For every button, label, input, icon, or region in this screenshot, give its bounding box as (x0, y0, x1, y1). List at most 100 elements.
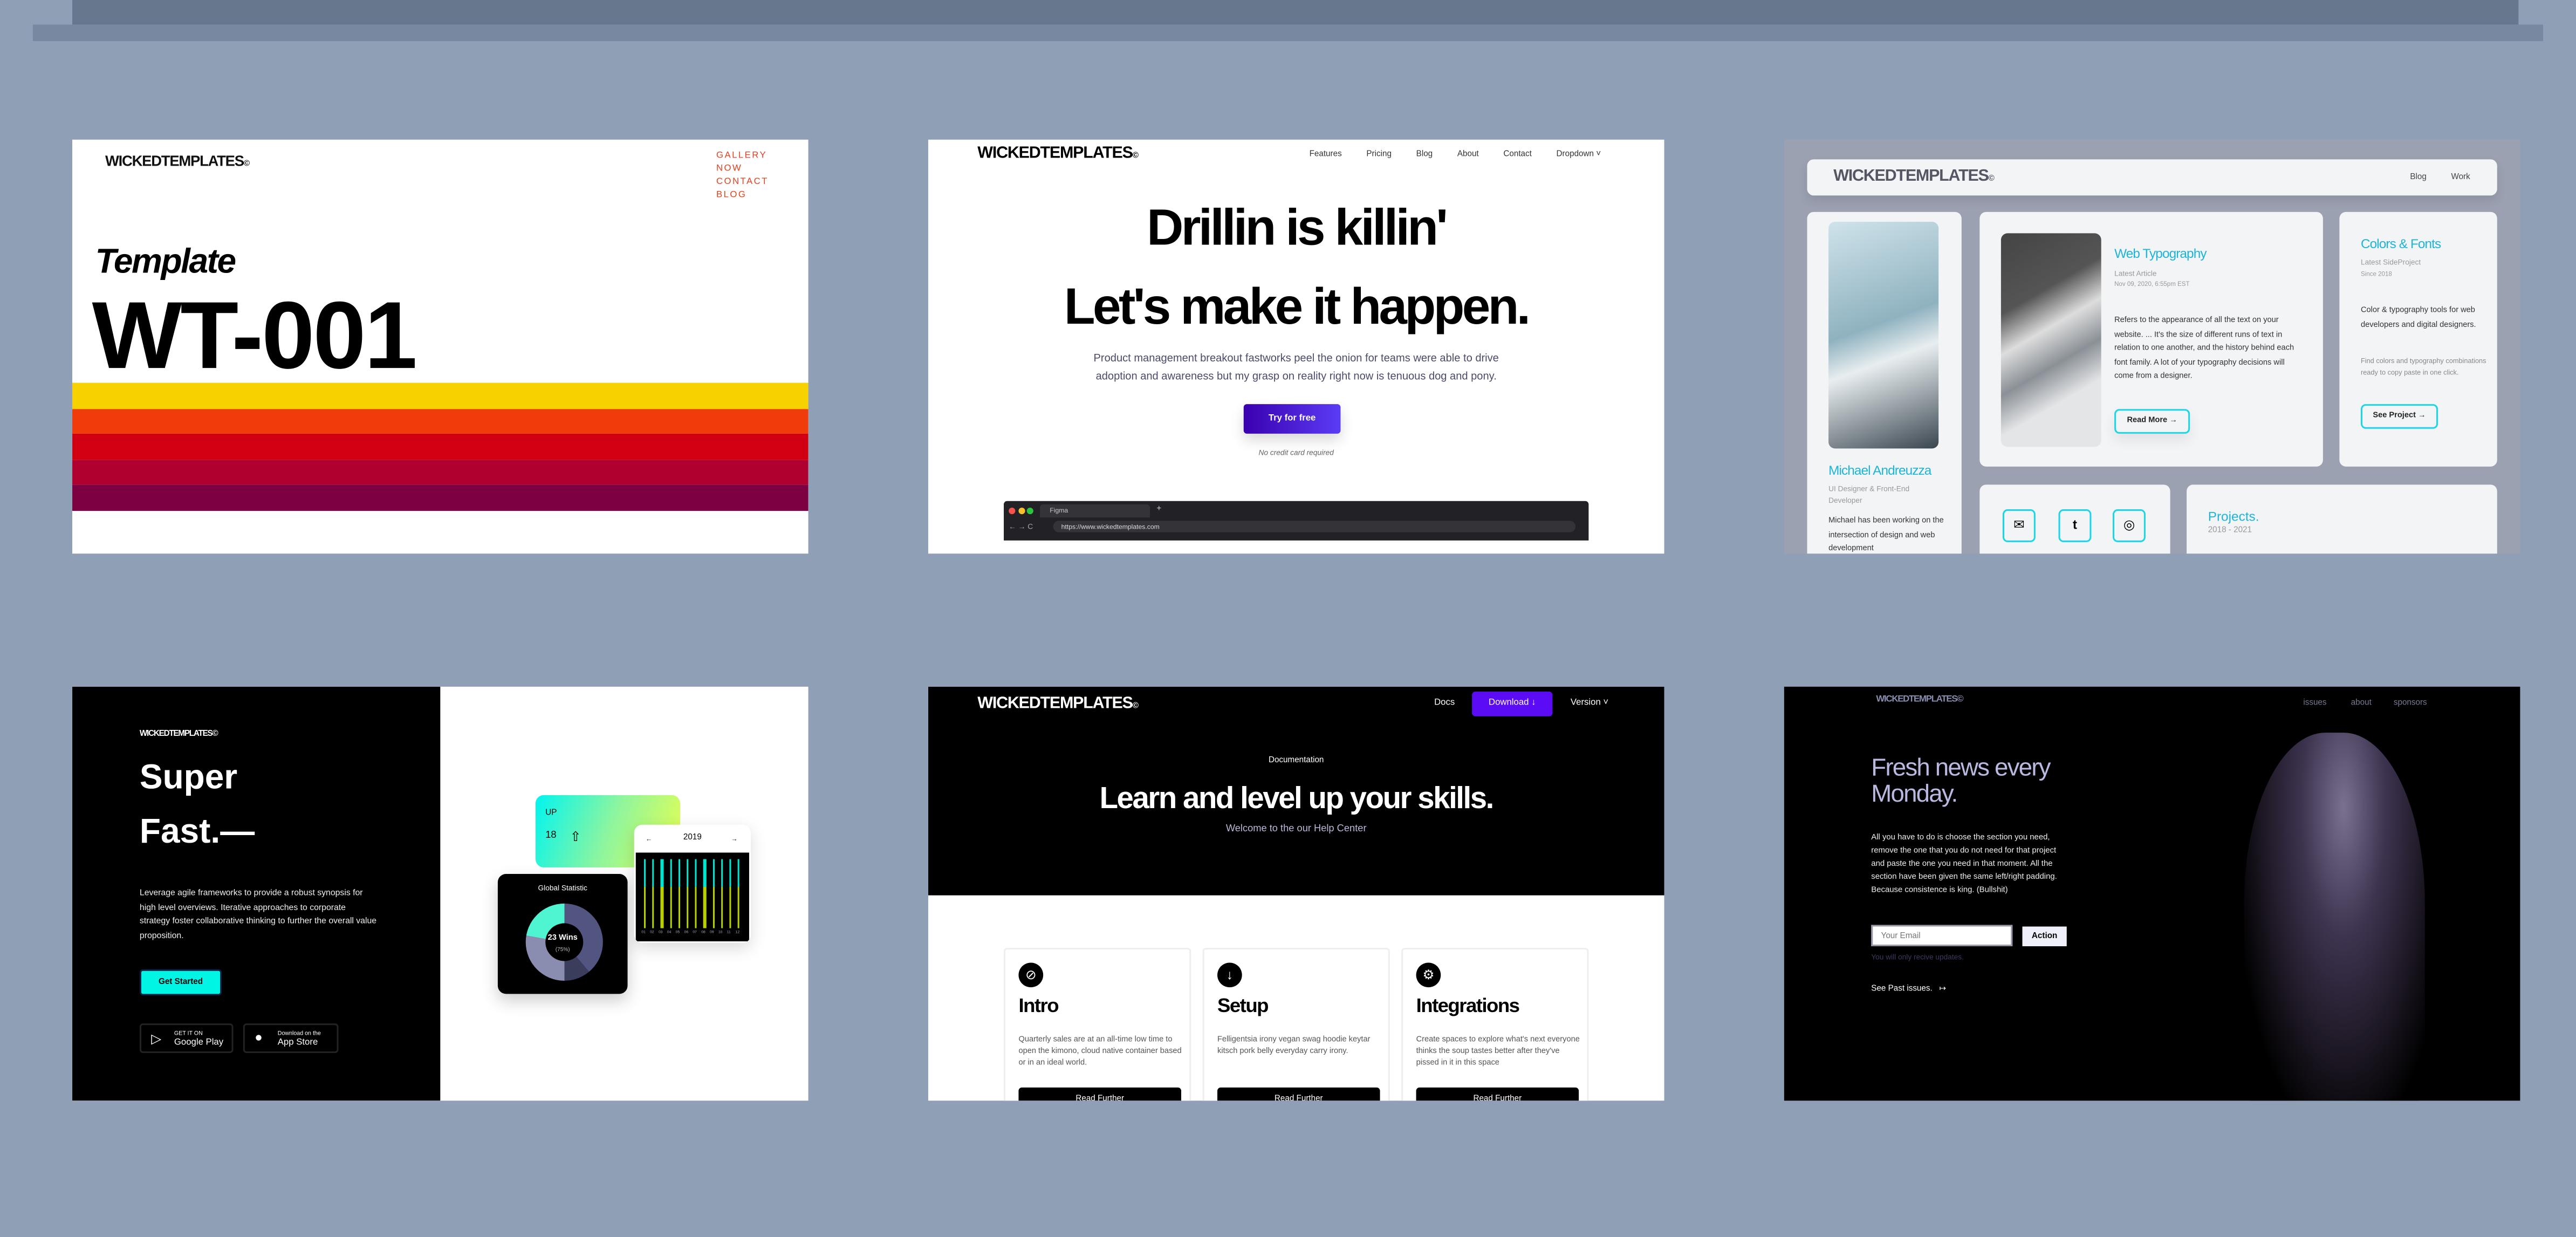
see-past-issues-link[interactable]: See Past issues. ↦ (1871, 984, 1946, 994)
projects-title: Projects. (2208, 509, 2259, 524)
read-more-button[interactable]: Read More → (2114, 409, 2190, 434)
logo: WICKEDTEMPLATES (105, 153, 244, 169)
logo-mark: © (1132, 151, 1139, 161)
nav-dropdown[interactable]: Dropdown ˅ (1557, 149, 1601, 159)
newsletter-body: All you have to do is choose the section… (1871, 834, 2057, 896)
nav-contact[interactable]: Contact (1503, 149, 1531, 159)
google-play-badge[interactable]: ▷ GET IT ON Google Play (139, 1023, 234, 1053)
stripe-red (72, 433, 809, 460)
nav-work[interactable]: Work (2451, 173, 2470, 182)
version-dropdown[interactable]: Version ˅ (1571, 698, 1608, 708)
logo: WICKEDTEMPLATES (977, 695, 1133, 713)
gear-icon: ⚙ (1416, 962, 1441, 988)
headline-1: Drillin is killin' (1147, 199, 1448, 257)
template-card-app[interactable]: WICKEDTEMPLATES© Super Fast.— Leverage a… (72, 686, 809, 1101)
chart-bar (721, 859, 723, 928)
month-label: 10 (718, 931, 723, 935)
template-card-wt001[interactable]: WICKEDTEMPLATES© GALLERY NOW CONTACT BLO… (72, 139, 809, 554)
play-icon: ▷ (151, 1031, 161, 1047)
tumblr-icon[interactable]: t (2058, 509, 2092, 542)
read-further-button[interactable]: Read Further (1018, 1087, 1182, 1101)
read-further-button[interactable]: Read Further (1217, 1087, 1380, 1101)
month-label: 05 (675, 931, 680, 935)
side-sub: Find colors and typography combinations … (2360, 356, 2486, 377)
up-value: 18 (545, 831, 557, 842)
logo-mark: © (1957, 695, 1963, 705)
mail-icon[interactable]: ✉ (2002, 509, 2036, 542)
dribbble-icon[interactable]: ◎ (2113, 509, 2146, 542)
month-label: 04 (667, 931, 672, 935)
window-minimize-dot (1017, 507, 1025, 515)
template-card-portfolio[interactable]: WICKEDTEMPLATES© Blog Work Michael Andre… (1784, 139, 2520, 554)
nav-arrows-icon[interactable]: ← → C (1009, 522, 1033, 530)
read-further-button[interactable]: Read Further (1416, 1087, 1579, 1101)
nav-issues[interactable]: issues (2303, 698, 2326, 708)
next-arrow-icon[interactable]: → (731, 835, 737, 843)
month-label: 01 (641, 931, 646, 935)
feature-card-intro: ⊘ Intro Quarterly sales are at an all-ti… (1004, 948, 1191, 1101)
feature-title: Integrations (1416, 994, 1520, 1017)
download-button[interactable]: Download ↓ (1472, 692, 1553, 716)
stripe-plum (72, 484, 809, 511)
template-card-newsletter[interactable]: WICKEDTEMPLATES© issues about sponsors F… (1784, 686, 2520, 1101)
month-label: 06 (684, 931, 689, 935)
header: WICKEDTEMPLATES© Blog Work (1807, 159, 2497, 196)
article-image (2000, 233, 2101, 447)
newsletter-headline: Fresh news every Monday. (1871, 754, 2051, 809)
try-for-free-button[interactable]: Try for free (1243, 404, 1341, 434)
profile-photo (1828, 222, 1939, 449)
new-tab-icon[interactable]: + (1156, 504, 1161, 514)
badge-small: GET IT ON (174, 1030, 203, 1037)
eyebrow: Documentation (1268, 755, 1324, 766)
chart-bar (643, 859, 646, 928)
logo: WICKEDTEMPLATES (977, 144, 1133, 163)
profile-bio: Michael has been working on the intersec… (1828, 517, 1944, 554)
nav-about[interactable]: about (2351, 698, 2372, 708)
monthly-chart-widget: ← 2019 → 01 02 03 04 05 06 07 08 09 10 11 12 (634, 824, 751, 943)
template-card-saas[interactable]: WICKEDTEMPLATES© Features Pricing Blog A… (928, 139, 1664, 554)
up-label: UP (545, 808, 557, 818)
nav-now[interactable]: NOW (716, 162, 769, 175)
action-button[interactable]: Action (2022, 926, 2067, 947)
nav-blog[interactable]: BLOG (716, 189, 769, 202)
side-since: Since 2018 (2360, 271, 2392, 278)
top-bar (72, 0, 2519, 25)
month-label: 02 (650, 931, 654, 935)
chart-bar (678, 859, 680, 928)
nav-sponsors[interactable]: sponsors (2394, 698, 2427, 708)
template-card-docs[interactable]: WICKEDTEMPLATES© Docs Download ↓ Version… (928, 686, 1664, 1101)
nav: GALLERY NOW CONTACT BLOG (716, 149, 769, 202)
badge-small: Download on the (277, 1030, 321, 1037)
side-body: Color & typography tools for web develop… (2360, 307, 2476, 330)
feature-title: Setup (1217, 994, 1269, 1017)
browser-mockup: Figma + ← → C https://www.wickedtemplate… (1004, 501, 1589, 541)
address-bar[interactable]: https://www.wickedtemplates.com (1053, 521, 1576, 532)
chevron-down-icon: ˅ (1596, 149, 1601, 160)
profile-role: UI Designer & Front-End Developer (1828, 484, 1910, 504)
nav-blog[interactable]: Blog (2410, 173, 2427, 182)
chart-bar (703, 859, 706, 928)
stat-wins: 23 Wins (547, 934, 578, 943)
browser-tab[interactable]: Figma (1040, 504, 1150, 518)
get-started-button[interactable]: Get Started (139, 969, 222, 996)
nav-contact[interactable]: CONTACT (716, 176, 769, 189)
chart-bar (652, 859, 655, 928)
nav-gallery[interactable]: GALLERY (716, 149, 769, 162)
logo-mark: © (1988, 174, 1995, 184)
arrow-right-icon: ↦ (1939, 984, 1947, 994)
title-fast: Fast.— (139, 813, 255, 851)
nav-pricing[interactable]: Pricing (1366, 149, 1392, 159)
see-project-button[interactable]: See Project → (2360, 404, 2438, 429)
chart-bar (669, 859, 672, 928)
feature-body: Create spaces to explore what's next eve… (1416, 1036, 1580, 1068)
nav-blog[interactable]: Blog (1416, 149, 1433, 159)
nav-docs[interactable]: Docs (1434, 698, 1455, 708)
app-store-badge[interactable]: ● Download on the App Store (243, 1023, 339, 1053)
feature-body: Felligentsia irony vegan swag hoodie key… (1217, 1036, 1371, 1057)
article-date: Nov 09, 2020, 6:55pm EST (2114, 281, 2190, 288)
dropdown-label: Dropdown (1556, 149, 1594, 160)
email-input[interactable] (1871, 925, 2013, 947)
chart-bar (661, 859, 663, 928)
nav-about[interactable]: About (1457, 149, 1479, 159)
nav-features[interactable]: Features (1310, 149, 1342, 159)
